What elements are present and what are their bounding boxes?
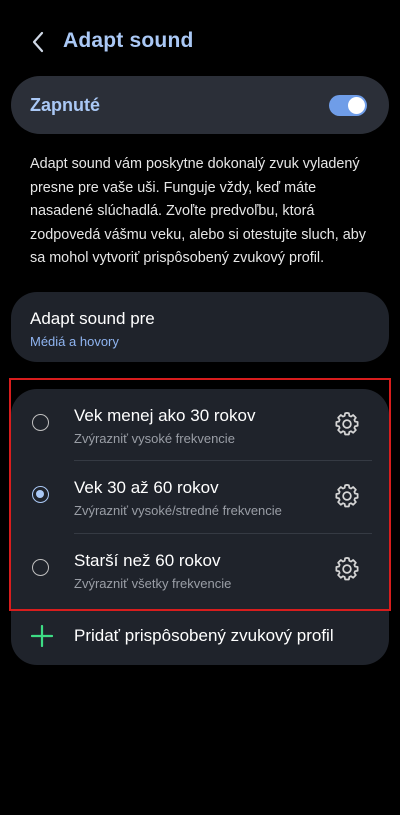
adapt-sound-switch[interactable] [329, 95, 367, 116]
adapt-for-title: Adapt sound pre [30, 309, 155, 328]
back-button[interactable] [26, 28, 50, 56]
page-title: Adapt sound [63, 29, 194, 52]
toggle-label: Zapnuté [30, 95, 100, 115]
plus-icon [31, 625, 53, 647]
add-custom-profile-button[interactable]: Pridať prispôsobený zvukový profil [11, 615, 389, 659]
selection-highlight-box [9, 378, 391, 611]
chevron-left-icon [32, 31, 44, 53]
add-profile-label: Pridať prispôsobený zvukový profil [74, 626, 334, 645]
adapt-for-value: Médiá a hovory [30, 334, 119, 349]
master-toggle-row[interactable]: Zapnuté [11, 76, 389, 134]
description-text: Adapt sound vám poskytne dokonalý zvuk v… [30, 156, 366, 266]
adapt-sound-for-row[interactable]: Adapt sound pre Médiá a hovory [11, 292, 389, 362]
app-header: Adapt sound [0, 0, 400, 86]
switch-knob [348, 97, 365, 114]
